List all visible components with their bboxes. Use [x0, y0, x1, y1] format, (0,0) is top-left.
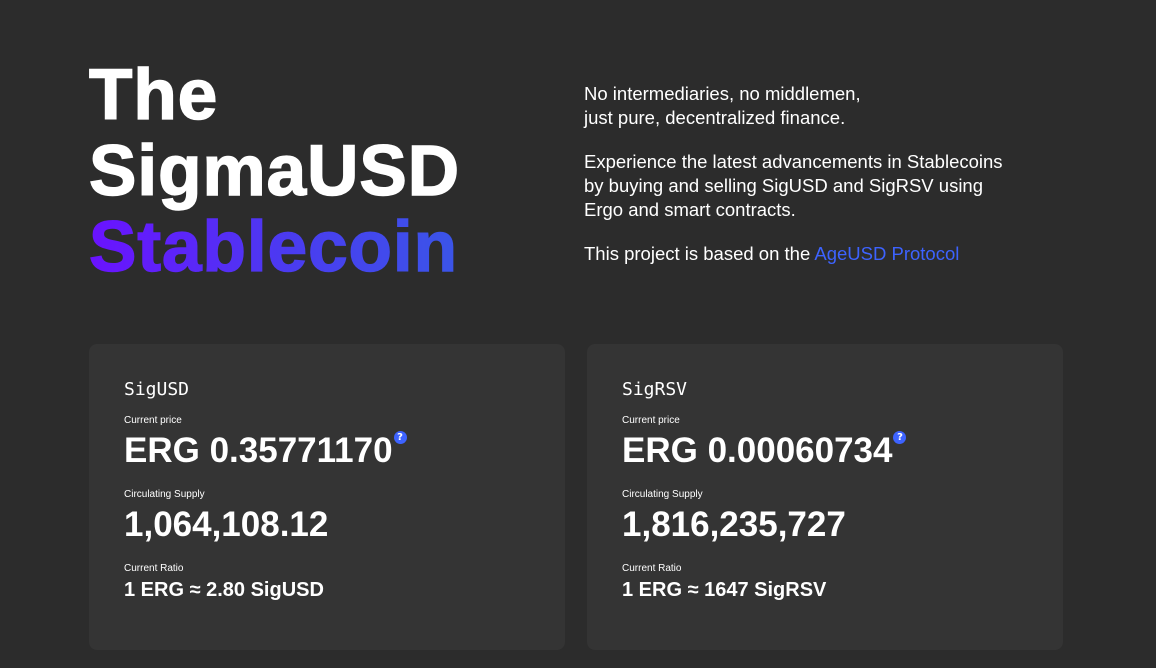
price-text: ERG 0.35771170 [124, 431, 393, 470]
hero-title-line-1: The [88, 56, 219, 135]
circulating-supply-label: Circulating Supply [124, 489, 205, 500]
sigusd-card: SigUSD Current price ERG 0.35771170? Cir… [89, 344, 565, 650]
page: The SigmaUSD Stablecoin No intermediarie… [0, 0, 1156, 668]
hero-title: The SigmaUSD Stablecoin [88, 56, 460, 287]
question-circle-icon[interactable]: ? [393, 431, 407, 444]
price-text: ERG 0.00060734 [622, 431, 893, 470]
intro-line-2: just pure, decentralized finance. [584, 107, 846, 128]
current-ratio-value: 1 ERG ≈ 1647 SigRSV [622, 579, 827, 601]
current-ratio-label: Current Ratio [622, 563, 682, 574]
intro-paragraph-3: This project is based on the AgeUSD Prot… [584, 242, 1024, 266]
card-title: SigRSV [622, 379, 688, 400]
circulating-supply-value: 1,816,235,727 [622, 505, 846, 544]
circulating-supply-label: Circulating Supply [622, 489, 703, 500]
current-price-label: Current price [124, 415, 182, 426]
question-circle-icon[interactable]: ? [893, 431, 907, 444]
intro-paragraph-2: Experience the latest advancements in St… [584, 151, 1003, 220]
intro-paragraph-3-text: This project is based on the [584, 243, 815, 264]
circulating-supply-value: 1,064,108.12 [124, 505, 329, 544]
ageusd-protocol-link[interactable]: AgeUSD Protocol [814, 243, 959, 264]
current-ratio-label: Current Ratio [124, 563, 184, 574]
current-price-value: ERG 0.00060734? [622, 431, 907, 471]
hero-title-line-2: SigmaUSD [88, 132, 460, 211]
intro-line-1: No intermediaries, no middlemen, [584, 83, 861, 104]
current-price-value: ERG 0.35771170? [124, 431, 407, 471]
intro-paragraph-1: No intermediaries, no middlemen, just pu… [584, 82, 1024, 130]
card-title: SigUSD [124, 379, 190, 400]
intro-text: No intermediaries, no middlemen, just pu… [584, 82, 1024, 286]
current-ratio-value: 1 ERG ≈ 2.80 SigUSD [124, 579, 324, 601]
current-price-label: Current price [622, 415, 680, 426]
hero-title-line-3: Stablecoin [88, 208, 459, 287]
sigrsv-card: SigRSV Current price ERG 0.00060734? Cir… [587, 344, 1063, 650]
